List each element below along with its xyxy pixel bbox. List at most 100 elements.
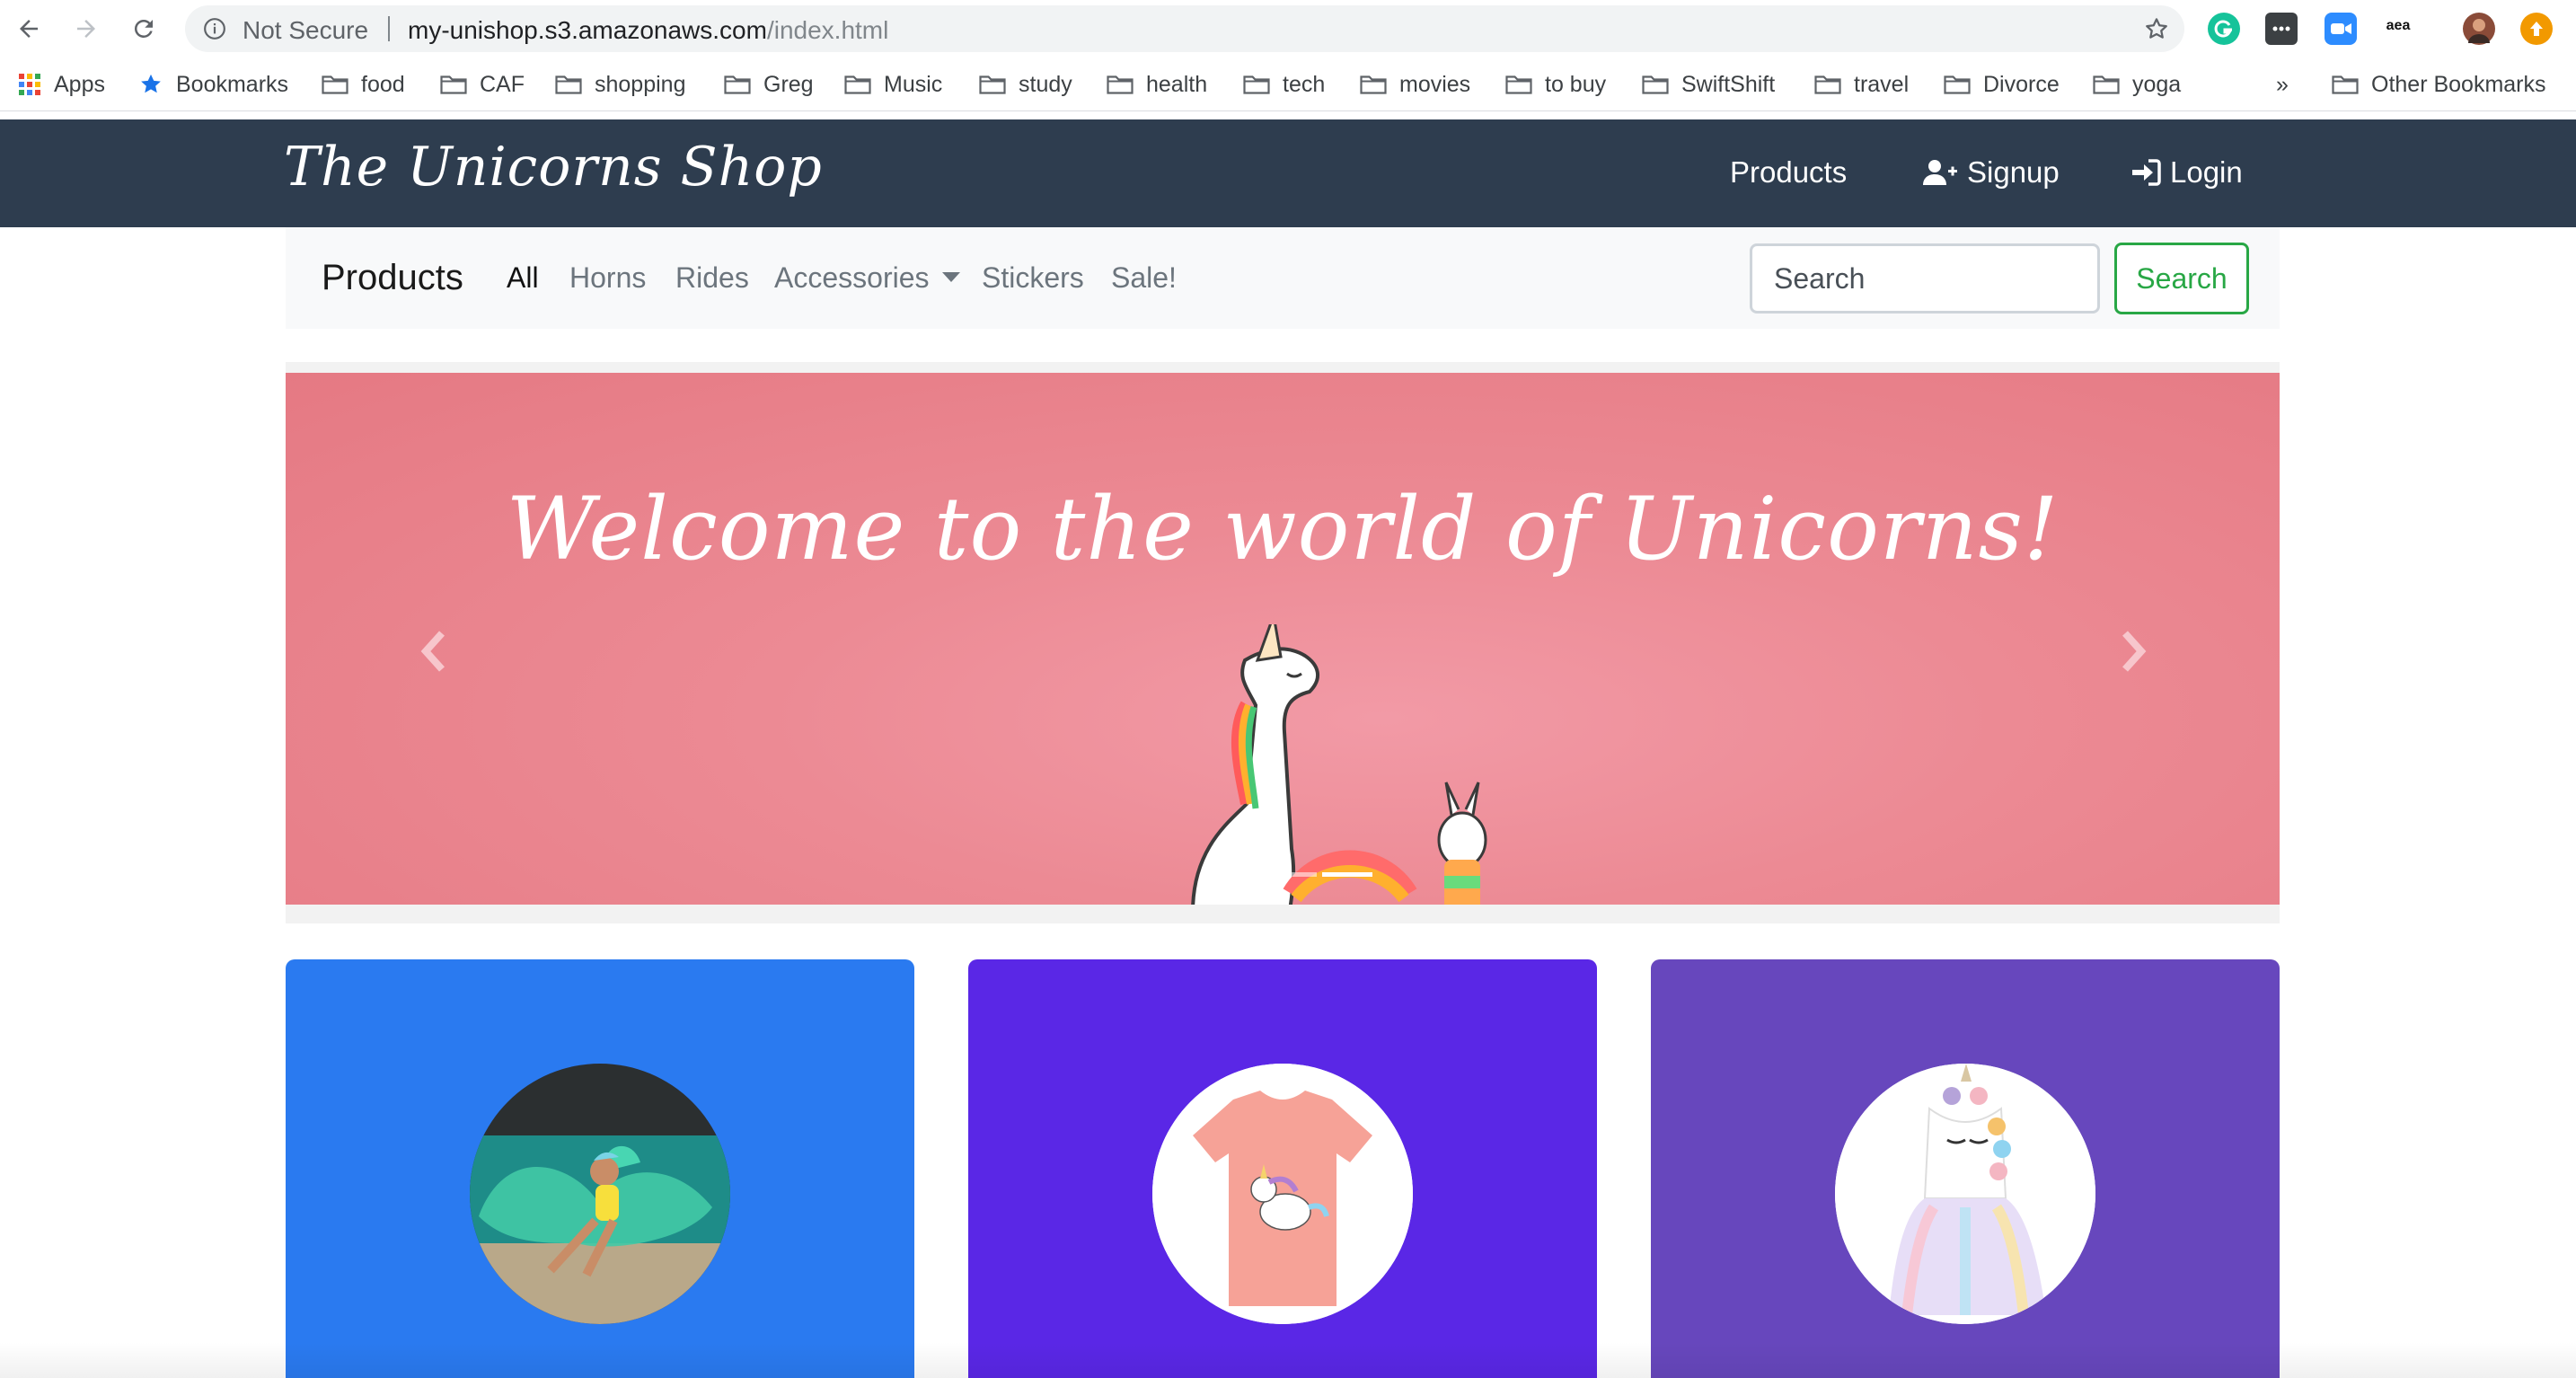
carousel-prev-icon[interactable] — [417, 626, 453, 676]
bookmarks-bar: Apps Bookmarks food CAF shopping Greg Mu… — [0, 57, 2576, 111]
nav-link-sale[interactable]: Sale! — [1111, 261, 1177, 295]
header-products-label: Products — [1730, 155, 1848, 189]
unicorn-tshirt-image — [1152, 1064, 1413, 1324]
update-icon[interactable] — [2520, 13, 2553, 45]
bookmark-label: tech — [1283, 71, 1326, 97]
folder-icon — [1642, 75, 1669, 94]
sign-in-icon — [2132, 159, 2161, 186]
caret-down-icon — [941, 272, 960, 283]
nav-link-all[interactable]: All — [507, 261, 539, 295]
folder-icon — [1814, 75, 1841, 94]
unicorn-pool-float-image — [470, 1064, 730, 1324]
folder-icon — [979, 75, 1006, 94]
folder-icon — [555, 75, 582, 94]
carousel-indicator[interactable] — [1266, 872, 1317, 877]
bookmark-folder-shopping[interactable]: shopping — [555, 70, 685, 99]
url-path: /index.html — [766, 16, 889, 44]
bookmark-label: travel — [1854, 71, 1910, 97]
bookmark-folder-caf[interactable]: CAF — [440, 70, 525, 99]
bookmark-folder-health[interactable]: health — [1107, 70, 1207, 99]
reload-button[interactable] — [126, 11, 162, 47]
nav-dropdown-label: Accessories — [774, 261, 930, 294]
grammarly-extension-icon[interactable] — [2208, 13, 2240, 45]
site-header: The Unicorns Shop Products Signup Login — [0, 119, 2576, 227]
folder-icon — [2332, 75, 2359, 94]
header-signup-label: Signup — [1967, 155, 2060, 189]
folder-icon — [1107, 75, 1134, 94]
search-input[interactable] — [1750, 243, 2100, 314]
nav-dropdown-accessories[interactable]: Accessories — [774, 261, 960, 295]
address-bar[interactable]: Not Secure my-unishop.s3.amazonaws.com/i… — [185, 5, 2184, 52]
bookmark-label: movies — [1399, 71, 1471, 97]
folder-icon — [1360, 75, 1387, 94]
arrow-left-icon — [20, 20, 38, 38]
nav-link-horns[interactable]: Horns — [569, 261, 646, 295]
bookmark-label: SwiftShift — [1681, 71, 1776, 97]
bookmark-folder-yoga[interactable]: yoga — [2093, 70, 2181, 99]
bookmark-label: Divorce — [1983, 71, 2060, 97]
bookmark-folder-study[interactable]: study — [979, 70, 1072, 99]
apps-grid-icon — [19, 74, 40, 95]
header-signup-link[interactable]: Signup — [1922, 155, 2060, 190]
nav-link-rides[interactable]: Rides — [675, 261, 749, 295]
browser-toolbar: Not Secure my-unishop.s3.amazonaws.com/i… — [0, 0, 2576, 57]
bookmark-folder-swiftshift[interactable]: SwiftShift — [1642, 70, 1775, 99]
amazon-extension-icon[interactable]: aea — [2382, 13, 2414, 45]
product-card[interactable] — [286, 959, 914, 1378]
bookmark-folder-travel[interactable]: travel — [1814, 70, 1909, 99]
site-logo[interactable]: The Unicorns Shop — [284, 136, 823, 199]
product-image[interactable] — [1835, 1064, 2095, 1324]
bookmark-label: shopping — [595, 71, 686, 97]
bookmark-star-icon[interactable] — [2143, 15, 2170, 42]
folder-icon — [1243, 75, 1270, 94]
page-fade — [0, 1342, 2576, 1378]
folder-icon — [1505, 75, 1532, 94]
dots-extension-icon[interactable] — [2265, 13, 2298, 45]
other-bookmarks[interactable]: Other Bookmarks — [2332, 70, 2546, 99]
back-button[interactable] — [11, 11, 47, 47]
bookmark-label: Bookmarks — [176, 71, 289, 97]
bookmark-folder-movies[interactable]: movies — [1360, 70, 1470, 99]
forward-button[interactable] — [68, 11, 104, 47]
divider — [388, 16, 390, 41]
unicorn-illustration — [1191, 624, 1487, 905]
bookmark-folder-divorce[interactable]: Divorce — [1944, 70, 2060, 99]
header-products-link[interactable]: Products — [1730, 155, 1847, 190]
product-image[interactable] — [470, 1064, 730, 1324]
header-login-link[interactable]: Login — [2130, 155, 2243, 190]
bookmark-apps[interactable]: Apps — [18, 70, 105, 99]
bookmark-label: food — [361, 71, 405, 97]
url-host: my-unishop.s3.amazonaws.com — [408, 16, 767, 44]
profile-avatar[interactable] — [2463, 13, 2495, 45]
folder-icon — [2093, 75, 2120, 94]
url-text[interactable]: my-unishop.s3.amazonaws.com/index.html — [408, 16, 888, 45]
bookmark-folder-food[interactable]: food — [322, 70, 405, 99]
bookmark-label: Greg — [763, 71, 814, 97]
bookmark-bookmarks[interactable]: Bookmarks — [138, 70, 288, 99]
bookmarks-overflow-button[interactable]: » — [2276, 70, 2289, 99]
bookmark-label: to buy — [1545, 71, 1607, 97]
search-button[interactable]: Search — [2114, 243, 2249, 314]
zoom-extension-icon[interactable] — [2325, 13, 2357, 45]
bookmark-folder-to-buy[interactable]: to buy — [1505, 70, 1606, 99]
carousel-next-icon[interactable] — [2114, 626, 2150, 676]
bookmark-folder-music[interactable]: Music — [844, 70, 942, 99]
unicorn-tutu-dress-image — [1835, 1064, 2095, 1324]
bookmark-label: Music — [884, 71, 943, 97]
security-label[interactable]: Not Secure — [243, 16, 368, 45]
info-icon[interactable] — [203, 17, 226, 40]
user-plus-icon — [1923, 160, 1957, 185]
products-brand[interactable]: Products — [322, 258, 463, 298]
carousel-indicator-active[interactable] — [1322, 872, 1372, 877]
product-image[interactable] — [1152, 1064, 1413, 1324]
bookmark-folder-tech[interactable]: tech — [1243, 70, 1325, 99]
product-card[interactable] — [1651, 959, 2280, 1378]
products-navbar: Products All Horns Rides Accessories Sti… — [286, 227, 2280, 329]
star-icon — [141, 74, 161, 93]
arrow-right-icon — [77, 20, 95, 38]
bookmark-folder-greg[interactable]: Greg — [724, 70, 814, 99]
product-card[interactable] — [968, 959, 1597, 1378]
bookmark-label: CAF — [480, 71, 525, 97]
carousel-slide: Welcome to the world of Unicorns! — [286, 373, 2280, 905]
nav-link-stickers[interactable]: Stickers — [982, 261, 1084, 295]
